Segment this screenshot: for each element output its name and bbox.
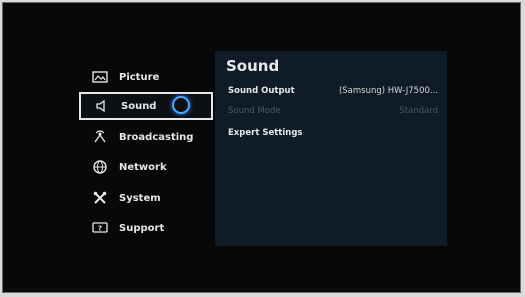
menu-item-label: Support: [119, 222, 165, 234]
svg-text:?: ?: [98, 225, 102, 233]
tools-icon: [91, 191, 109, 205]
row-label: Expert Settings: [228, 128, 303, 138]
menu-item-sound[interactable]: Sound: [79, 92, 213, 120]
sound-mode-row: Sound Mode Standard: [228, 103, 438, 119]
expert-settings-row[interactable]: Expert Settings: [228, 125, 438, 141]
support-icon: ?: [91, 221, 109, 235]
menu-item-label: System: [119, 192, 161, 204]
tv-screen: Picture Sound Broadcasting Network Syste…: [3, 3, 520, 292]
globe-icon: [91, 160, 109, 174]
focus-cursor: [172, 96, 190, 114]
tv-frame: Picture Sound Broadcasting Network Syste…: [2, 2, 521, 293]
sound-output-row[interactable]: Sound Output (Samsung) HW-J7500...: [228, 83, 438, 99]
menu-item-broadcasting[interactable]: Broadcasting: [79, 123, 213, 151]
broadcast-icon: [91, 130, 109, 144]
row-value: Standard: [399, 106, 438, 116]
row-label: Sound Output: [228, 86, 295, 96]
menu-item-support[interactable]: ? Support: [79, 214, 213, 242]
row-value: (Samsung) HW-J7500...: [338, 86, 438, 96]
menu-item-label: Broadcasting: [119, 131, 194, 143]
menu-item-picture[interactable]: Picture: [79, 63, 213, 91]
menu-item-label: Picture: [119, 71, 160, 83]
panel-title: Sound: [226, 57, 280, 75]
row-label: Sound Mode: [228, 106, 281, 116]
picture-icon: [91, 70, 109, 84]
menu-item-network[interactable]: Network: [79, 153, 213, 181]
speaker-icon: [93, 99, 111, 113]
menu-item-label: Network: [119, 161, 167, 173]
menu-item-system[interactable]: System: [79, 184, 213, 212]
sound-panel: Sound Sound Output (Samsung) HW-J7500...…: [215, 51, 447, 246]
menu-item-label: Sound: [121, 100, 157, 112]
